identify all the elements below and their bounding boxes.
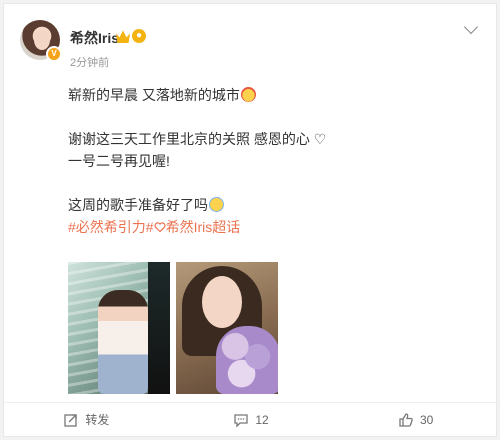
photo-face: [202, 276, 242, 328]
post-photo-1[interactable]: [68, 262, 170, 394]
like-button[interactable]: 30: [333, 403, 498, 436]
like-count: 30: [420, 412, 434, 427]
flower-bouquet: [216, 326, 278, 394]
photo-person: [98, 290, 148, 394]
weibo-post-card: V 希然Iris ● 2分钟前 崭新的早晨 又落地新的城市 谢谢这三天工作里北京…: [3, 3, 498, 437]
topic-tags: #必然希引力# 希然Iris超话: [68, 216, 468, 238]
scared-emoji-icon: [209, 197, 224, 212]
party-emoji-icon: [240, 87, 256, 102]
vip-badge[interactable]: ●: [116, 28, 147, 44]
post-content: 崭新的早晨 又落地新的城市 谢谢这三天工作里北京的关照 感恩的心 ♡ 一号二号再…: [68, 84, 468, 238]
super-topic-icon: [154, 222, 166, 233]
comment-count: 12: [255, 412, 269, 427]
post-line-1: 崭新的早晨 又落地新的城市: [68, 84, 468, 106]
action-bar: 转发 12 30: [4, 402, 498, 436]
repost-icon: [64, 413, 77, 427]
post-line-4: 这周的歌手准备好了吗: [68, 194, 468, 216]
post-photo-2[interactable]: [176, 262, 278, 394]
crown-icon: [116, 30, 130, 43]
super-topic-link[interactable]: 希然Iris超话: [166, 219, 241, 235]
post-time[interactable]: 2分钟前: [70, 54, 109, 70]
thumbs-up-icon: [399, 412, 413, 427]
comment-button[interactable]: 12: [169, 403, 334, 436]
username[interactable]: 希然Iris: [70, 28, 119, 48]
post-line-3: 一号二号再见喔!: [68, 153, 170, 169]
repost-label: 转发: [85, 413, 110, 427]
verified-badge-icon: V: [46, 46, 62, 62]
repost-button[interactable]: 转发: [4, 403, 169, 436]
post-line-2: 谢谢这三天工作里北京的关照 感恩的心 ♡: [68, 131, 327, 147]
chevron-down-icon[interactable]: [463, 19, 479, 35]
comment-icon: [234, 413, 248, 428]
avatar-face: [34, 30, 50, 50]
escalator-rail: [148, 262, 170, 394]
hashtag-link[interactable]: #必然希引力#: [68, 219, 154, 235]
vip-level-icon: ●: [132, 29, 147, 43]
